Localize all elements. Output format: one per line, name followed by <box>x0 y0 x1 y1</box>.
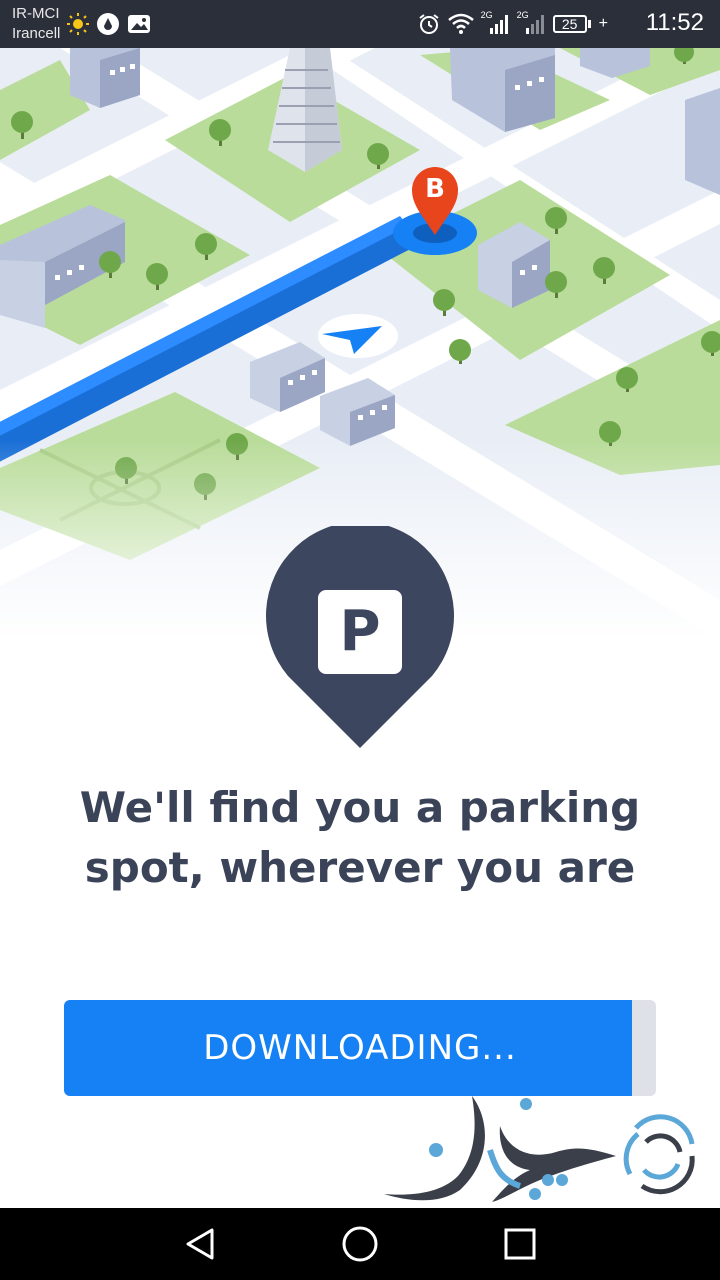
parking-letter: P <box>339 599 381 664</box>
carrier-name-secondary: Irancell <box>12 25 61 42</box>
carrier-name-primary: IR-MCI <box>12 5 60 22</box>
system-icons: 2G 2G 25 + <box>417 10 608 38</box>
carrier-info: IR-MCI Irancell <box>12 4 60 44</box>
battery-level: 25 <box>552 15 587 33</box>
headline-line-1: We'll find you a parking <box>79 783 641 832</box>
wifi-icon <box>447 13 474 34</box>
signal-2g-icon: 2G <box>481 10 511 36</box>
signal-2g-icon: 2G <box>517 10 547 36</box>
system-navigation-bar <box>0 1208 720 1280</box>
photo-notification-icon <box>128 15 150 33</box>
status-bar: IR-MCI Irancell 2G 2G 25 + 11:52 <box>0 0 720 48</box>
download-progress-button[interactable]: DOWNLOADING... <box>64 1000 656 1096</box>
battery-indicator: 25 <box>552 14 593 34</box>
download-button-label: DOWNLOADING... <box>203 1028 517 1068</box>
back-icon[interactable] <box>178 1222 222 1266</box>
status-time: 11:52 <box>645 9 704 36</box>
headline-line-2: spot, wherever you are <box>84 843 636 892</box>
charging-icon: + <box>598 15 608 32</box>
notification-icons <box>66 10 152 38</box>
onboarding-headline: We'll find you a parking spot, wherever … <box>40 778 680 898</box>
watermark-logo <box>380 1090 700 1206</box>
weather-sun-icon <box>67 13 89 35</box>
home-icon[interactable] <box>338 1222 382 1266</box>
alarm-icon <box>419 14 439 34</box>
data-saver-icon <box>97 13 119 35</box>
battery-tip <box>587 20 591 28</box>
parking-pin-icon: P <box>264 521 456 750</box>
recent-apps-icon[interactable] <box>498 1222 542 1266</box>
destination-marker-label: B <box>425 174 445 204</box>
